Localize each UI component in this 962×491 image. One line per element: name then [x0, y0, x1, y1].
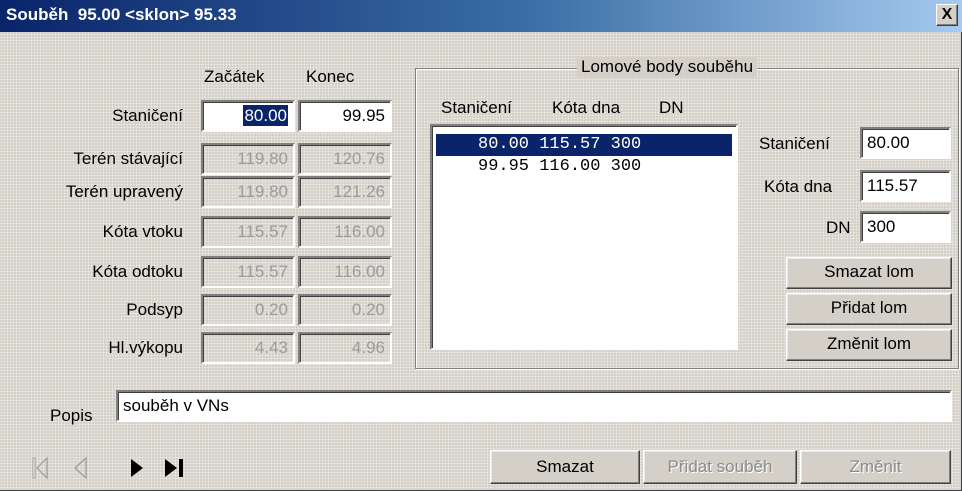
detail-dn-label: DN: [826, 218, 851, 237]
list-header-station: Staničení: [441, 98, 512, 117]
description-input[interactable]: souběh v VNs: [116, 390, 952, 422]
detail-bottom-level-input[interactable]: 115.57: [860, 170, 951, 202]
excavation-depth-end-field: 4.96: [298, 332, 392, 364]
row-label-bedding: Podsyp: [126, 300, 183, 319]
add-parallel-button[interactable]: Přidat souběh: [643, 450, 797, 484]
add-breakpoint-button[interactable]: Přidat lom: [786, 293, 952, 325]
row-label-existing-terrain: Terén stávající: [73, 149, 183, 168]
existing-terrain-end-field: 120.76: [298, 143, 392, 175]
station-end-input[interactable]: 99.95: [298, 100, 392, 132]
list-item[interactable]: 80.00 115.57 300: [436, 134, 732, 156]
last-record-icon[interactable]: [163, 456, 187, 480]
description-label: Popis: [50, 406, 93, 425]
bedding-start-field: 0.20: [201, 294, 295, 326]
list-header-bottom-level: Kóta dna: [552, 98, 621, 117]
row-label-station: Staničení: [112, 106, 183, 125]
dialog-window: Souběh 95.00 <sklon> 95.33 X Začátek Kon…: [0, 0, 962, 491]
delete-button[interactable]: Smazat: [490, 450, 640, 484]
next-record-icon[interactable]: [128, 456, 146, 480]
column-header-end: Konec: [306, 67, 355, 86]
change-breakpoint-button[interactable]: Změnit lom: [786, 329, 952, 361]
column-header-start: Začátek: [204, 67, 265, 86]
row-label-outlet-level: Kóta odtoku: [92, 262, 183, 281]
list-item[interactable]: 99.95 116.00 300: [436, 156, 732, 178]
row-label-excavation-depth: Hl.výkopu: [108, 338, 183, 357]
modified-terrain-start-field: 119.80: [201, 176, 295, 208]
breakpoints-group-title: Lomové body souběhu: [577, 57, 758, 77]
outlet-level-start-field: 115.57: [201, 256, 295, 288]
previous-record-icon[interactable]: [70, 456, 90, 480]
delete-breakpoint-button[interactable]: Smazat lom: [786, 257, 952, 289]
detail-station-input[interactable]: 80.00: [860, 127, 951, 159]
detail-dn-input[interactable]: 300: [860, 211, 951, 243]
station-start-value: 80.00: [243, 105, 288, 126]
station-start-input[interactable]: 80.00: [201, 100, 295, 132]
outlet-level-end-field: 116.00: [298, 256, 392, 288]
close-button[interactable]: X: [936, 4, 958, 26]
existing-terrain-start-field: 119.80: [201, 143, 295, 175]
list-header-dn: DN: [659, 98, 684, 117]
change-button[interactable]: Změnit: [800, 450, 951, 484]
detail-station-label: Staničení: [759, 134, 830, 153]
breakpoints-listbox[interactable]: 80.00 115.57 300 99.95 116.00 300: [430, 124, 738, 350]
inlet-level-end-field: 116.00: [298, 216, 392, 248]
row-label-inlet-level: Kóta vtoku: [102, 222, 183, 241]
bedding-end-field: 0.20: [298, 294, 392, 326]
excavation-depth-start-field: 4.43: [201, 332, 295, 364]
title-bar[interactable]: Souběh 95.00 <sklon> 95.33 X: [0, 0, 962, 32]
inlet-level-start-field: 115.57: [201, 216, 295, 248]
window-title: Souběh 95.00 <sklon> 95.33: [6, 5, 237, 24]
first-record-icon[interactable]: [30, 456, 50, 480]
detail-bottom-level-label: Kóta dna: [764, 177, 833, 196]
modified-terrain-end-field: 121.26: [298, 176, 392, 208]
close-icon: X: [941, 6, 953, 23]
row-label-modified-terrain: Terén upravený: [65, 182, 183, 201]
